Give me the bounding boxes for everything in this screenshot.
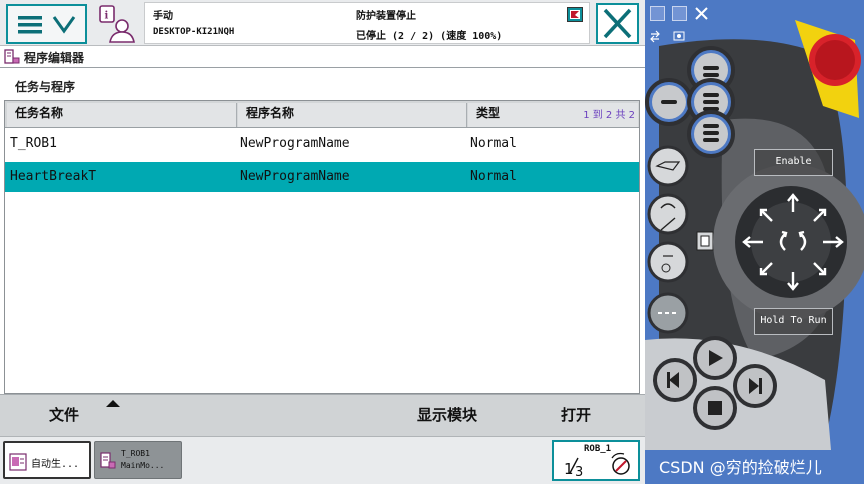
command-bar: 文件 显示模块 打开 [0, 394, 645, 436]
cell-program: NewProgramName [240, 136, 350, 151]
hold-to-run-button[interactable]: Hold To Run [754, 308, 833, 335]
task-program-table: 任务名称 程序名称 类型 1 到 2 共 2 T_ROB1 NewProgram… [4, 100, 640, 394]
table-header: 任务名称 程序名称 类型 1 到 2 共 2 [5, 101, 639, 128]
close-icon [603, 8, 632, 39]
operating-mode: 手动 [153, 11, 173, 22]
flexpendant-screen: i 手动 DESKTOP-KI21NQH 防护装置停止 已停止 (2 / 2) … [0, 0, 645, 484]
taskbar-item-auto-produce[interactable]: 自动生... [3, 441, 91, 479]
safety-state: 防护装置停止 [356, 11, 416, 22]
virtual-flexpendant-hardware: Enable Hold To Run CSDN @穷的捡破烂儿 [645, 0, 864, 484]
cell-task: T_ROB1 [10, 136, 57, 151]
quickset-button[interactable]: ROB_1 1 3 [552, 440, 640, 481]
svg-text:i: i [105, 11, 109, 22]
pendant-body [645, 20, 864, 450]
controller-name: DESKTOP-KI21NQH [153, 27, 235, 37]
svg-text:3: 3 [575, 465, 583, 479]
production-window-icon [9, 453, 27, 471]
taskbar-item-label-task: T_ROB1 [121, 449, 150, 458]
program-editor-icon [100, 452, 116, 469]
column-header-task[interactable]: 任务名称 [7, 103, 237, 127]
enable-device-button[interactable]: Enable [754, 149, 833, 176]
status-panel[interactable]: 手动 DESKTOP-KI21NQH 防护装置停止 已停止 (2 / 2) (速… [144, 2, 590, 44]
menu-up-arrow-icon [106, 400, 120, 407]
taskbar-item-label-module: MainMo... [121, 461, 165, 470]
hold-to-run-label: Hold To Run [760, 315, 827, 326]
increment-speed-icon: 1 3 [564, 452, 630, 479]
menu-hamburger-icon [18, 16, 76, 34]
taskbar-item-label: 自动生... [31, 459, 80, 470]
cell-program: NewProgramName [240, 169, 350, 184]
table-row-selected[interactable]: HeartBreakT NewProgramName Normal [5, 162, 639, 192]
pager-info: 1 到 2 共 2 [583, 110, 635, 121]
cell-type: Normal [470, 136, 517, 151]
user-info-icon[interactable]: i [98, 4, 138, 44]
file-menu-button[interactable]: 文件 [49, 404, 79, 425]
column-header-program[interactable]: 程序名称 [238, 103, 467, 127]
top-status-bar: i 手动 DESKTOP-KI21NQH 防护装置停止 已停止 (2 / 2) … [0, 0, 645, 46]
table-row[interactable]: T_ROB1 NewProgramName Normal [5, 129, 639, 159]
watermark-text: CSDN @穷的捡破烂儿 [659, 458, 822, 477]
joystick [713, 164, 864, 320]
section-label: 任务与程序 [15, 80, 76, 94]
cell-task: HeartBreakT [10, 169, 97, 184]
show-module-button[interactable]: 显示模块 [417, 404, 477, 425]
window-titlebar: 程序编辑器 [0, 46, 645, 68]
event-flag-icon[interactable] [567, 7, 583, 22]
window-title: 程序编辑器 [24, 51, 85, 65]
close-button[interactable] [596, 3, 639, 44]
taskbar-item-program-editor[interactable]: T_ROB1 MainMo... [94, 441, 182, 479]
program-editor-icon [4, 49, 20, 64]
run-state: 已停止 (2 / 2) (速度 100%) [356, 31, 503, 42]
enable-label: Enable [775, 156, 812, 167]
open-button[interactable]: 打开 [561, 404, 591, 425]
cell-type: Normal [470, 169, 517, 184]
abb-menu-button[interactable] [6, 4, 87, 44]
taskbar: 自动生... T_ROB1 MainMo... ROB_1 1 3 [0, 436, 645, 484]
